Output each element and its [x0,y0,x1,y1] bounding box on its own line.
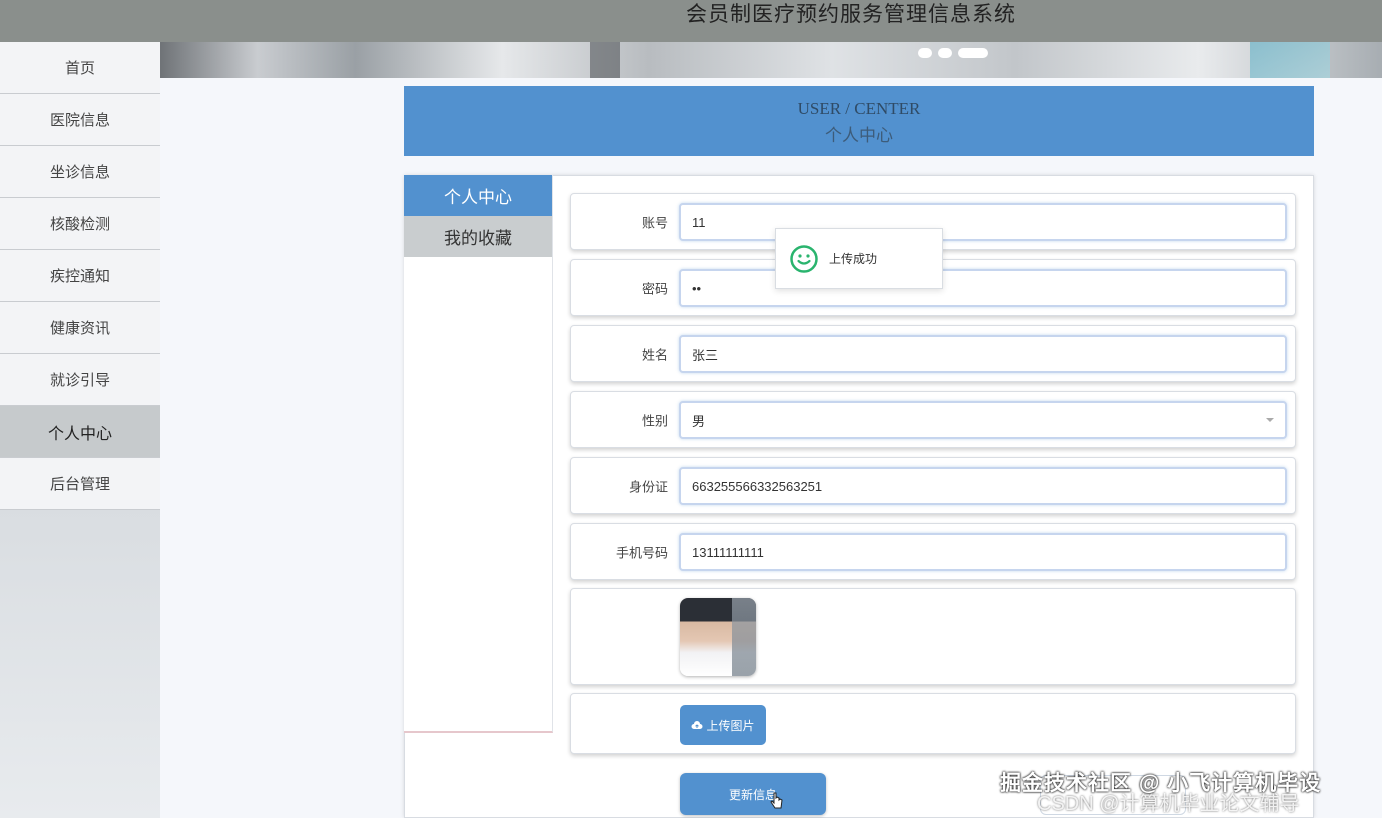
page-header-cn: 个人中心 [825,126,893,145]
avatar-row [570,588,1296,685]
id-card-field[interactable]: 663255566332563251 [679,467,1287,505]
carousel-dot[interactable] [918,48,932,58]
id-card-label: 身份证 [628,479,668,494]
sidebar-item-health-news[interactable]: 健康资讯 [0,302,160,354]
sidebar-item-admin[interactable]: 后台管理 [0,458,160,510]
phone-label: 手机号码 [615,545,668,560]
banner-image [160,42,1382,78]
page-header-en: USER / CENTER [797,99,921,118]
gender-row: 性别 男 [570,391,1296,448]
hand-cursor-icon [770,792,783,809]
cloud-upload-icon [691,720,703,729]
toast-message: 上传成功 [829,252,878,266]
name-field[interactable]: 张三 [679,335,1287,373]
upload-success-toast: 上传成功 [775,228,943,289]
banner-decoration [1250,42,1330,78]
gender-select[interactable]: 男 [679,401,1287,439]
phone-row: 手机号码 13111111111 [570,523,1296,580]
watermark-juejin: 掘金技术社区 @ 小飞计算机毕设 [1000,772,1322,795]
chevron-down-icon [1266,418,1274,422]
carousel-dot-active[interactable] [958,48,988,58]
gender-label: 性别 [641,413,668,428]
gender-value: 男 [692,413,706,429]
center-nav: 个人中心 我的收藏 [404,175,553,733]
banner-decoration [590,42,620,78]
avatar-background [732,598,756,676]
sidebar-item-visit-guide[interactable]: 就诊引导 [0,354,160,406]
page-header: USER / CENTER 个人中心 [404,86,1314,156]
sidebar-item-hospital-info[interactable]: 医院信息 [0,94,160,146]
tab-my-favorites[interactable]: 我的收藏 [404,216,552,257]
password-label: 密码 [641,281,668,296]
update-info-button[interactable]: 更新信息 [680,773,826,815]
sidebar-item-cdc-notice[interactable]: 疾控通知 [0,250,160,302]
smile-success-icon [790,244,818,273]
sidebar-item-personal-center[interactable]: 个人中心 [0,406,160,458]
account-label: 账号 [641,215,668,230]
upload-image-button[interactable]: 上传图片 [680,705,766,745]
tab-personal-center[interactable]: 个人中心 [404,175,552,216]
carousel-dots[interactable] [918,48,988,58]
phone-field[interactable]: 13111111111 [679,533,1287,571]
site-title: 会员制医疗预约服务管理信息系统 [686,3,1016,26]
upload-image-label: 上传图片 [706,718,755,733]
sidebar: 首页 医院信息 坐诊信息 核酸检测 疾控通知 健康资讯 就诊引导 个人中心 后台… [0,42,160,818]
avatar[interactable] [680,598,756,676]
name-label: 姓名 [641,347,668,362]
top-bar: 会员制医疗预约服务管理信息系统 [0,0,1382,42]
sidebar-item-nucleic-test[interactable]: 核酸检测 [0,198,160,250]
name-row: 姓名 张三 [570,325,1296,382]
password-field[interactable]: •• [679,269,1287,307]
sidebar-item-clinic-info[interactable]: 坐诊信息 [0,146,160,198]
carousel-dot[interactable] [938,48,952,58]
id-card-row: 身份证 663255566332563251 [570,457,1296,514]
upload-row: 上传图片 [570,693,1296,754]
sidebar-item-home[interactable]: 首页 [0,42,160,94]
account-field[interactable]: 11 [679,203,1287,241]
